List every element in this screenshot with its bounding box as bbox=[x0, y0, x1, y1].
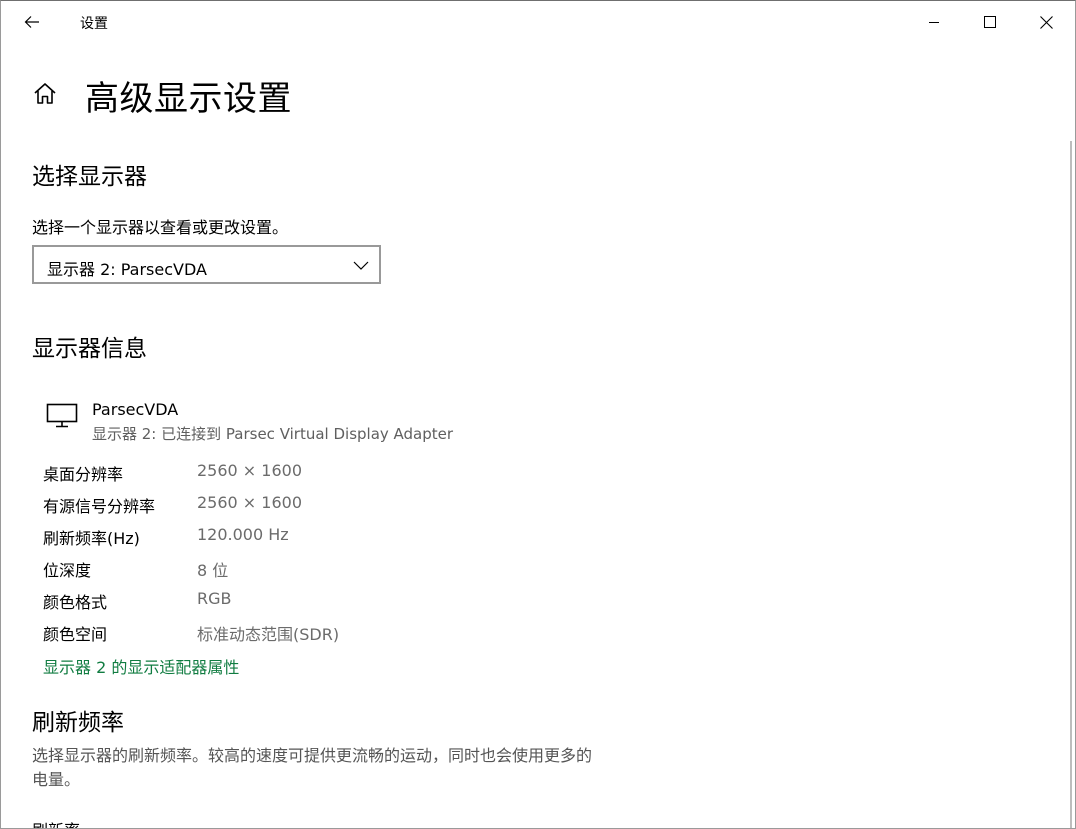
settings-window: 设置 高级显示设置 选择显示器 选择一个显示器以查看或更改设置。 显示器 2: … bbox=[0, 0, 1076, 829]
monitor-icon bbox=[46, 403, 78, 428]
back-button[interactable] bbox=[9, 5, 55, 39]
scrollbar[interactable] bbox=[1070, 141, 1072, 828]
info-label: 颜色空间 bbox=[43, 625, 108, 644]
info-label: 位深度 bbox=[43, 561, 92, 580]
info-label: 颜色格式 bbox=[43, 593, 108, 612]
maximize-button[interactable] bbox=[967, 1, 1013, 43]
info-value: 8 位 bbox=[197, 561, 229, 580]
info-label: 刷新频率(Hz) bbox=[43, 529, 140, 548]
monitor-name: ParsecVDA bbox=[92, 400, 179, 419]
display-adapter-properties-link[interactable]: 显示器 2 的显示适配器属性 bbox=[43, 654, 239, 678]
close-button[interactable] bbox=[1023, 1, 1069, 43]
window-title: 设置 bbox=[80, 16, 108, 32]
info-value: 2560 × 1600 bbox=[197, 493, 303, 512]
info-row-refresh-rate: 刷新频率(Hz) 120.000 Hz bbox=[43, 525, 643, 549]
minimize-button[interactable] bbox=[911, 1, 957, 43]
display-select-dropdown[interactable]: 显示器 2: ParsecVDA bbox=[32, 245, 381, 284]
page-title: 高级显示设置 bbox=[85, 79, 292, 119]
display-info-heading: 显示器信息 bbox=[32, 336, 147, 362]
info-value: 标准动态范围(SDR) bbox=[197, 625, 340, 644]
info-row-color-format: 颜色格式 RGB bbox=[43, 589, 643, 613]
chevron-down-icon bbox=[353, 261, 369, 270]
select-display-heading: 选择显示器 bbox=[32, 164, 147, 190]
select-display-description: 选择一个显示器以查看或更改设置。 bbox=[32, 218, 289, 237]
title-bar: 设置 bbox=[1, 1, 1075, 43]
info-label: 有源信号分辨率 bbox=[43, 497, 156, 516]
back-arrow-icon bbox=[24, 16, 39, 28]
minimize-icon bbox=[929, 22, 939, 23]
refresh-rate-field-label: 刷新率 bbox=[32, 817, 80, 828]
info-value: RGB bbox=[197, 589, 232, 608]
refresh-rate-description: 选择显示器的刷新频率。较高的速度可提供更流畅的运动，同时也会使用更多的电量。 bbox=[32, 746, 593, 789]
refresh-rate-heading: 刷新频率 bbox=[32, 710, 124, 736]
dropdown-selected-value: 显示器 2: ParsecVDA bbox=[47, 260, 207, 279]
maximize-icon bbox=[984, 16, 996, 28]
info-value: 120.000 Hz bbox=[197, 525, 289, 544]
info-row-bit-depth: 位深度 8 位 bbox=[43, 557, 643, 581]
info-row-active-signal-resolution: 有源信号分辨率 2560 × 1600 bbox=[43, 493, 643, 517]
home-icon[interactable] bbox=[32, 81, 58, 107]
info-value: 2560 × 1600 bbox=[197, 461, 303, 480]
monitor-detail: 显示器 2: 已连接到 Parsec Virtual Display Adapt… bbox=[92, 425, 454, 443]
close-icon bbox=[1039, 15, 1053, 29]
info-label: 桌面分辨率 bbox=[43, 465, 124, 484]
info-row-desktop-resolution: 桌面分辨率 2560 × 1600 bbox=[43, 461, 643, 485]
info-row-color-space: 颜色空间 标准动态范围(SDR) bbox=[43, 621, 643, 645]
